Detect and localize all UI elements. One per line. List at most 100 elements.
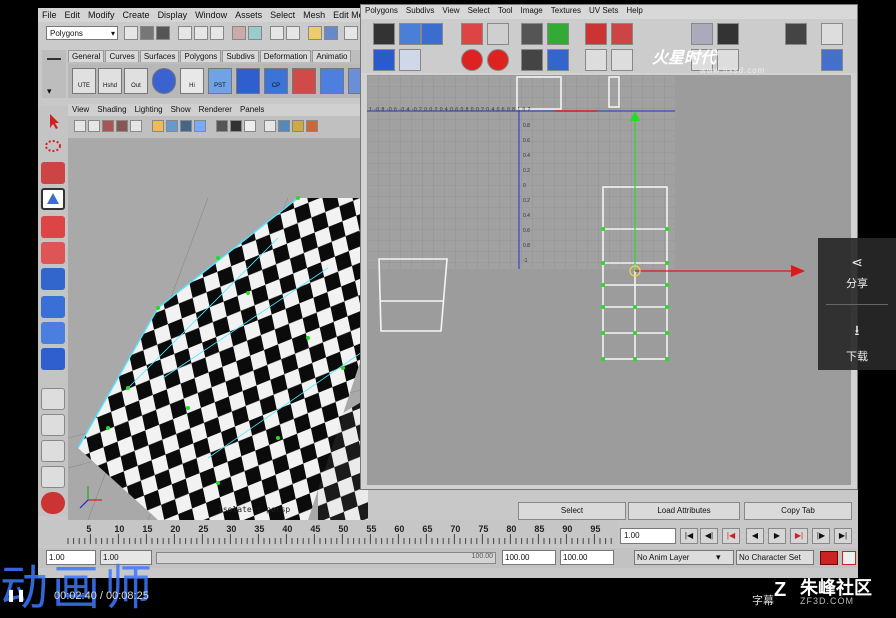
uv-flip-v-icon[interactable]: [487, 23, 509, 45]
snap-point-icon[interactable]: [286, 26, 300, 40]
bookmark-icon[interactable]: [102, 120, 114, 132]
uv-menu-textures[interactable]: Textures: [547, 5, 585, 16]
shelf-tab-subdivs[interactable]: Subdivs: [222, 50, 259, 62]
uv-menu-subdivs[interactable]: Subdivs: [402, 5, 438, 16]
end-time-field[interactable]: 100.00: [560, 550, 614, 565]
uv-menu-tool[interactable]: Tool: [494, 5, 517, 16]
layout-four-icon[interactable]: [41, 414, 65, 436]
uv-align-left-icon[interactable]: [585, 23, 607, 45]
menu-create[interactable]: Create: [119, 8, 154, 20]
snap-grid-icon[interactable]: [248, 26, 262, 40]
uv-pixel-snap-icon[interactable]: [821, 49, 843, 71]
shelf-btn-sphere[interactable]: [152, 68, 176, 94]
vp-menu-shading[interactable]: Shading: [93, 105, 130, 114]
vp-menu-view[interactable]: View: [68, 105, 93, 114]
range-slider-bar[interactable]: 100.00: [156, 552, 496, 564]
textured-icon[interactable]: [180, 120, 192, 132]
select-component-icon[interactable]: [210, 26, 224, 40]
select-hierarchy-icon[interactable]: [178, 26, 192, 40]
select-tool-icon[interactable]: [41, 110, 65, 132]
step-back-icon[interactable]: ◀|: [700, 528, 718, 544]
uv-isolate-icon[interactable]: [717, 23, 739, 45]
uv-unfold-icon[interactable]: [521, 49, 543, 71]
layout-persp-icon[interactable]: [41, 466, 65, 488]
go-end-icon[interactable]: ▶|: [834, 528, 852, 544]
select-object-icon[interactable]: [194, 26, 208, 40]
uv-layout-icon[interactable]: [547, 49, 569, 71]
vp-menu-panels[interactable]: Panels: [236, 105, 268, 114]
shelf-btn-red[interactable]: [292, 68, 316, 94]
manipulator-icon[interactable]: [41, 268, 65, 290]
download-button[interactable]: ⭳ 下载: [818, 304, 896, 368]
wireframe-icon[interactable]: [152, 120, 164, 132]
save-scene-icon[interactable]: [156, 26, 170, 40]
menu-mesh[interactable]: Mesh: [299, 8, 329, 20]
vp-menu-show[interactable]: Show: [167, 105, 195, 114]
render-settings-icon[interactable]: [344, 26, 358, 40]
uv-cut-icon[interactable]: [521, 23, 543, 45]
shelf-btn-hshd[interactable]: Hshd: [98, 68, 122, 94]
vp-menu-renderer[interactable]: Renderer: [195, 105, 236, 114]
shelf-btn-cp[interactable]: CP: [264, 68, 288, 94]
shelf-tab-curves[interactable]: Curves: [105, 50, 139, 62]
xray-joints-icon[interactable]: [244, 120, 256, 132]
step-forward-icon[interactable]: |▶: [812, 528, 830, 544]
new-scene-icon[interactable]: [124, 26, 138, 40]
lights-icon[interactable]: [194, 120, 206, 132]
uv-normalize-icon[interactable]: [585, 49, 607, 71]
menu-assets[interactable]: Assets: [231, 8, 266, 20]
uv-rotate-cw-icon[interactable]: [487, 49, 509, 71]
gate-mask-icon[interactable]: [278, 120, 290, 132]
uv-menu-uvsets[interactable]: UV Sets: [585, 5, 622, 16]
uv-snap-icon[interactable]: [421, 23, 443, 45]
move-tool-icon[interactable]: [41, 188, 65, 210]
lasso-tool-icon[interactable]: [41, 136, 65, 158]
xray-icon[interactable]: [230, 120, 242, 132]
play-forward-icon[interactable]: ▶: [768, 528, 786, 544]
pause-icon[interactable]: ❚❚: [6, 588, 26, 604]
uv-menu-view[interactable]: View: [438, 5, 463, 16]
anim-prefs-icon[interactable]: [842, 551, 856, 565]
uv-menu-image[interactable]: Image: [517, 5, 547, 16]
uv-menu-polygons[interactable]: Polygons: [361, 5, 402, 16]
menu-select[interactable]: Select: [266, 8, 299, 20]
menu-display[interactable]: Display: [154, 8, 192, 20]
menu-window[interactable]: Window: [191, 8, 231, 20]
shelf-btn-map[interactable]: [320, 68, 344, 94]
shelf-tab-animation[interactable]: Animatio: [312, 50, 352, 62]
uv-rotate-ccw-icon[interactable]: [461, 49, 483, 71]
share-button[interactable]: ⋖ 分享: [818, 238, 896, 302]
shelf-btn-pst[interactable]: PST: [208, 68, 232, 94]
play-back-icon[interactable]: ◀: [746, 528, 764, 544]
resolution-gate-icon[interactable]: [264, 120, 276, 132]
shelf-btn-out[interactable]: Out: [124, 68, 148, 94]
select-button[interactable]: Select: [518, 502, 626, 520]
shelf-btn-ute[interactable]: UTE: [72, 68, 96, 94]
auto-key-icon[interactable]: [820, 551, 838, 565]
shelf-tab-polygons[interactable]: Polygons: [180, 50, 222, 62]
uv-move-icon[interactable]: [399, 23, 421, 45]
isolate-icon[interactable]: [216, 120, 228, 132]
menu-modify[interactable]: Modify: [84, 8, 119, 20]
soft-mod-icon[interactable]: [41, 296, 65, 318]
snap-curve-icon[interactable]: [270, 26, 284, 40]
vp-menu-lighting[interactable]: Lighting: [131, 105, 167, 114]
rotate-tool-icon[interactable]: [41, 216, 65, 238]
shelf-tab-surfaces[interactable]: Surfaces: [139, 50, 180, 62]
grid-toggle-icon[interactable]: [130, 120, 142, 132]
uv-pin-icon[interactable]: [785, 23, 807, 45]
open-scene-icon[interactable]: [140, 26, 154, 40]
uv-image-icon[interactable]: [399, 49, 421, 71]
show-manip-icon[interactable]: [41, 322, 65, 344]
uv-menu-help[interactable]: Help: [622, 5, 646, 16]
camera-icon[interactable]: [88, 120, 100, 132]
render-icon[interactable]: [308, 26, 322, 40]
shelf-tab-deformation[interactable]: Deformation: [259, 50, 312, 62]
safe-action-icon[interactable]: [306, 120, 318, 132]
shelf-tab-general[interactable]: General: [68, 50, 105, 62]
uv-flip-u-icon[interactable]: [461, 23, 483, 45]
layout-two-icon[interactable]: [41, 440, 65, 462]
uv-align-right-icon[interactable]: [611, 23, 633, 45]
ipr-render-icon[interactable]: [324, 26, 338, 40]
uv-checker-icon[interactable]: [373, 23, 395, 45]
